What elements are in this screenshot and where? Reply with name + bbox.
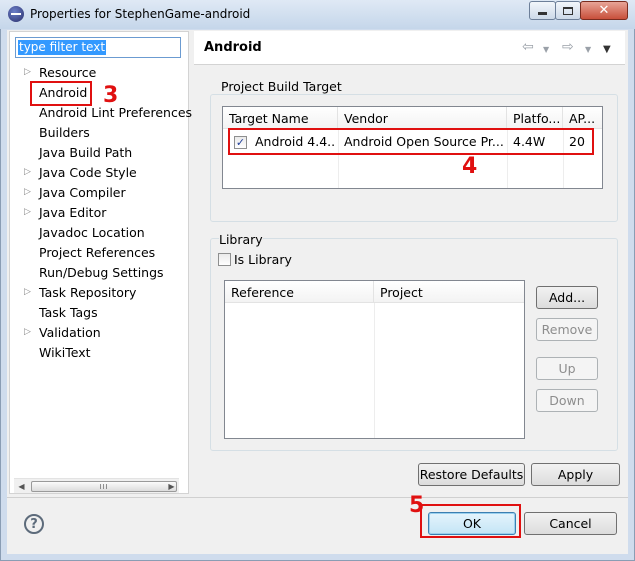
tree-item[interactable]: Javadoc Location [24, 223, 188, 243]
tree-item[interactable]: Java Build Path [24, 143, 188, 163]
button-bar-separator [7, 497, 628, 498]
maximize-icon [563, 6, 573, 15]
remove-library-button[interactable]: Remove [536, 318, 598, 341]
minimize-icon [538, 12, 547, 15]
tree-item-label: Run/Debug Settings [39, 265, 164, 280]
expand-arrow-icon[interactable]: ▷ [24, 327, 31, 337]
expand-arrow-icon[interactable]: ▷ [24, 187, 31, 197]
annotation-box-step-3 [30, 81, 92, 106]
is-library-checkbox[interactable] [218, 253, 231, 266]
annotation-number-step-5: 5 [409, 493, 425, 518]
window-title: Properties for StephenGame-android [30, 7, 251, 21]
add-library-button[interactable]: Add... [536, 286, 598, 309]
tree-item[interactable]: ▷ Task Repository [24, 283, 188, 303]
library-reference-table[interactable]: Reference Project [224, 280, 525, 439]
title-bar[interactable]: Properties for StephenGame-android ✕ [0, 0, 635, 29]
is-library-label[interactable]: Is Library [234, 252, 292, 267]
close-button[interactable]: ✕ [580, 1, 628, 20]
tree-item[interactable]: Project References [24, 243, 188, 263]
expand-arrow-icon[interactable]: ▷ [24, 287, 31, 297]
help-icon[interactable]: ? [24, 514, 44, 534]
tree-item-label: Builders [39, 125, 90, 140]
expand-arrow-icon[interactable]: ▷ [24, 207, 31, 217]
tree-item[interactable]: WikiText [24, 343, 188, 363]
tree-item-label: Java Editor [39, 205, 107, 220]
restore-defaults-button[interactable]: Restore Defaults [418, 463, 525, 486]
column-header-platform[interactable]: Platfo... [507, 107, 563, 129]
forward-dropdown-icon[interactable]: ▼ [585, 45, 591, 54]
minimize-button[interactable] [529, 1, 556, 20]
build-target-group-title: Project Build Target [219, 79, 344, 94]
annotation-number-step-3: 3 [103, 83, 119, 108]
move-up-button[interactable]: Up [536, 357, 598, 380]
column-divider [374, 303, 375, 438]
tree-item[interactable]: Run/Debug Settings [24, 263, 188, 283]
tree-item-label: Project References [39, 245, 156, 260]
annotation-number-step-4: 4 [462, 154, 478, 179]
move-down-button[interactable]: Down [536, 389, 598, 412]
close-icon: ✕ [598, 3, 610, 18]
tree-item[interactable]: Task Tags [24, 303, 188, 323]
tree-item[interactable]: ▷ Java Editor [24, 203, 188, 223]
apply-button[interactable]: Apply [531, 463, 620, 486]
tree-item[interactable]: ▷ Validation [24, 323, 188, 343]
tree-item[interactable]: ▷ Java Code Style [24, 163, 188, 183]
page-title: Android [204, 40, 262, 55]
column-header-reference[interactable]: Reference [225, 281, 374, 303]
tree-item-label: Java Build Path [39, 145, 133, 160]
tree-item-label: Validation [39, 325, 101, 340]
back-arrow-icon[interactable]: ⇦ [522, 39, 534, 55]
scroll-right-icon[interactable]: ▶ [164, 479, 179, 494]
filter-text-selected: type filter text [18, 40, 107, 55]
tree-item-label: Resource [39, 65, 97, 80]
back-dropdown-icon[interactable]: ▼ [543, 45, 549, 54]
tree-item[interactable]: ▷ Java Compiler [24, 183, 188, 203]
column-header-project[interactable]: Project [374, 281, 524, 303]
tree-item-label: Java Code Style [39, 165, 137, 180]
expand-arrow-icon[interactable]: ▷ [24, 67, 31, 77]
maximize-button[interactable] [555, 1, 581, 20]
tree-item-label: WikiText [39, 345, 91, 360]
tree-item-label: Java Compiler [39, 185, 126, 200]
view-menu-icon[interactable]: ▼ [603, 44, 611, 55]
tree-item-label: Javadoc Location [39, 225, 145, 240]
column-header-vendor[interactable]: Vendor [338, 107, 507, 129]
tree-horizontal-scrollbar[interactable]: ◀ III ▶ [14, 478, 179, 493]
scroll-left-icon[interactable]: ◀ [14, 479, 29, 494]
tree-item[interactable]: ▷ Resource [24, 63, 188, 83]
annotation-box-step-4 [228, 128, 594, 155]
tree-item-label: Task Repository [39, 285, 137, 300]
column-header-api[interactable]: AP... [563, 107, 602, 129]
scrollbar-thumb[interactable]: III [31, 481, 177, 492]
tree-item-label: Task Tags [39, 305, 98, 320]
forward-arrow-icon[interactable]: ⇨ [562, 39, 574, 55]
column-header-target-name[interactable]: Target Name [223, 107, 338, 129]
library-group-title: Library [219, 232, 263, 247]
expand-arrow-icon[interactable]: ▷ [24, 167, 31, 177]
cancel-button[interactable]: Cancel [524, 512, 617, 535]
eclipse-icon [8, 6, 24, 22]
tree-item[interactable]: Builders [24, 123, 188, 143]
annotation-box-step-5 [420, 504, 521, 538]
